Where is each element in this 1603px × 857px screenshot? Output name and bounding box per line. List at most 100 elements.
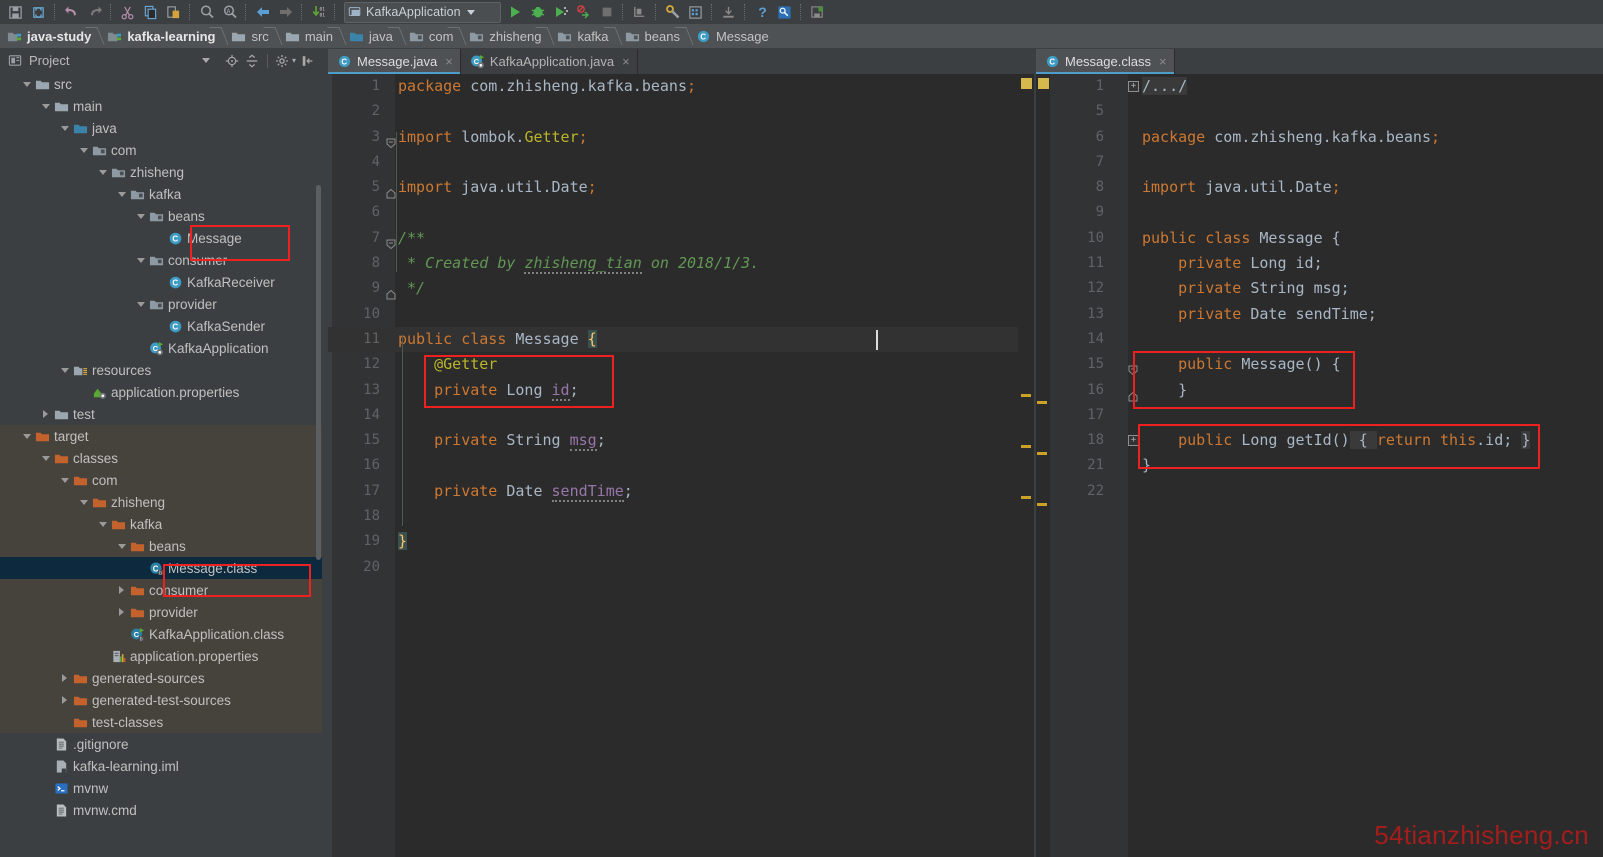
chevron-down-icon[interactable] [20,73,33,95]
project-structure-button[interactable] [684,1,707,23]
save-all-icon[interactable] [4,1,27,23]
breadcrumb-item-main[interactable]: main [278,24,342,48]
code-line[interactable]: 3 import lombok.Getter; [328,125,1034,150]
tree-item-java[interactable]: java [0,117,322,139]
code-line[interactable]: 4 [328,150,1034,175]
code-line[interactable]: 14 [1036,327,1603,352]
tree-item-provider[interactable]: provider [0,601,322,623]
compile-icon[interactable]: 01 01 [307,1,330,23]
breadcrumb-item-message[interactable]: C Message [689,24,778,48]
chevron-down-icon[interactable] [201,58,210,63]
chevron-down-icon[interactable]: ▾ [292,56,296,65]
chevron-down-icon[interactable] [77,491,90,513]
tree-item-kafkaapplication[interactable]: C KafkaApplication [0,337,322,359]
code-line[interactable]: 15 private String msg; [328,428,1034,453]
fold-expand-icon[interactable]: + [1128,435,1139,447]
code-line[interactable]: 1 package com.zhisheng.kafka.beans; [328,74,1034,99]
code-line[interactable]: 1 +/.../ [1036,74,1603,99]
chevron-right-icon[interactable] [39,403,52,425]
replace-icon[interactable]: A [218,1,241,23]
code-line[interactable]: 2 [328,99,1034,124]
chevron-down-icon[interactable] [466,9,475,15]
code-line[interactable]: 18 [328,504,1034,529]
code-line[interactable]: 14 [328,403,1034,428]
chevron-down-icon[interactable] [39,447,52,469]
tree-item-main[interactable]: main [0,95,322,117]
warning-marker[interactable] [1021,394,1031,397]
update-app-button[interactable] [628,1,651,23]
breadcrumb-item-kafka[interactable]: kafka [550,24,617,48]
tree-item-kafkaapplication-class[interactable]: Cb KafkaApplication.class [0,623,322,645]
run-coverage-button[interactable] [549,1,572,23]
right-editor[interactable]: 1 +/.../5 6 package com.zhisheng.kafka.bean… [1036,74,1603,857]
tree-item-src[interactable]: src [0,73,322,95]
tree-item-classes[interactable]: classes [0,447,322,469]
tree-item-kafka[interactable]: kafka [0,513,322,535]
tree-item-message[interactable]: C Message [0,227,322,249]
stop-button[interactable] [595,1,618,23]
chevron-down-icon[interactable] [77,139,90,161]
code-line[interactable]: 22 [1036,479,1603,504]
project-tree[interactable]: src main java com zhisheng kafka beans C Message… [0,73,322,857]
chevron-down-icon[interactable] [58,359,71,381]
close-icon[interactable]: × [445,54,453,69]
chevron-right-icon[interactable] [58,667,71,689]
tree-item-beans[interactable]: beans [0,205,322,227]
code-line[interactable]: 9 */ [328,276,1034,301]
cut-icon[interactable] [116,1,139,23]
code-line[interactable]: 15 public Message() { [1036,352,1603,377]
chevron-down-icon[interactable] [96,513,109,535]
back-icon[interactable] [251,1,274,23]
save2-button[interactable] [806,1,829,23]
code-line[interactable]: 7 /** [328,226,1034,251]
scroll-from-source-icon[interactable] [224,52,241,69]
chevron-right-icon[interactable] [58,689,71,711]
close-icon[interactable]: × [622,54,630,69]
tree-item-test[interactable]: test [0,403,322,425]
code-line[interactable]: 8 * Created by zhisheng_tian on 2018/1/3… [328,251,1034,276]
code-line[interactable]: 11 private Long id; [1036,251,1603,276]
breadcrumb-item-com[interactable]: com [402,24,463,48]
close-icon[interactable]: × [1159,54,1167,69]
tree-item-generated-test-sources[interactable]: generated-test-sources [0,689,322,711]
debug-button[interactable] [526,1,549,23]
tree-item-resources[interactable]: resources [0,359,322,381]
chevron-right-icon[interactable] [115,579,128,601]
chevron-down-icon[interactable] [134,293,147,315]
collapse-all-icon[interactable] [244,52,261,69]
breadcrumb-item-beans[interactable]: beans [618,24,689,48]
project-tree-scrollbar[interactable] [316,185,321,560]
redo-icon[interactable] [83,1,106,23]
rerun-failed-button[interactable] [572,1,595,23]
code-line[interactable]: 17 private Date sendTime; [328,479,1034,504]
tree-item-kafkareceiver[interactable]: C KafkaReceiver [0,271,322,293]
code-line[interactable]: 13 private Long id; [328,378,1034,403]
code-line[interactable]: 18 + public Long getId() { return this.id… [1036,428,1603,453]
undo-icon[interactable] [60,1,83,23]
chevron-down-icon[interactable] [58,117,71,139]
code-line[interactable]: 7 [1036,150,1603,175]
chevron-down-icon[interactable] [134,205,147,227]
breadcrumb-item-zhisheng[interactable]: zhisheng [462,24,550,48]
code-line[interactable]: 10 public class Message { [1036,226,1603,251]
tree-item-message-class[interactable]: Cb Message.class [0,557,322,579]
tree-item-consumer[interactable]: consumer [0,249,322,271]
sync-icon[interactable] [27,1,50,23]
warning-summary-marker[interactable] [1021,78,1032,89]
chevron-down-icon[interactable] [20,425,33,447]
chevron-down-icon[interactable] [96,161,109,183]
chevron-down-icon[interactable] [58,469,71,491]
chevron-right-icon[interactable] [115,601,128,623]
tree-item--gitignore[interactable]: .gitignore [0,733,322,755]
tree-item-application-properties[interactable]: application.properties [0,645,322,667]
left-editor[interactable]: 1 package com.zhisheng.kafka.beans; 2 3 impo… [328,74,1034,857]
tree-item-kafka[interactable]: kafka [0,183,322,205]
code-line[interactable]: 16 [328,453,1034,478]
code-line[interactable]: 17 [1036,403,1603,428]
copy-icon[interactable] [139,1,162,23]
help-button[interactable]: ? [750,1,773,23]
code-line[interactable]: 21} [1036,453,1603,478]
tree-item-com[interactable]: com [0,469,322,491]
run-button[interactable] [503,1,526,23]
code-line[interactable]: 19} [328,529,1034,554]
